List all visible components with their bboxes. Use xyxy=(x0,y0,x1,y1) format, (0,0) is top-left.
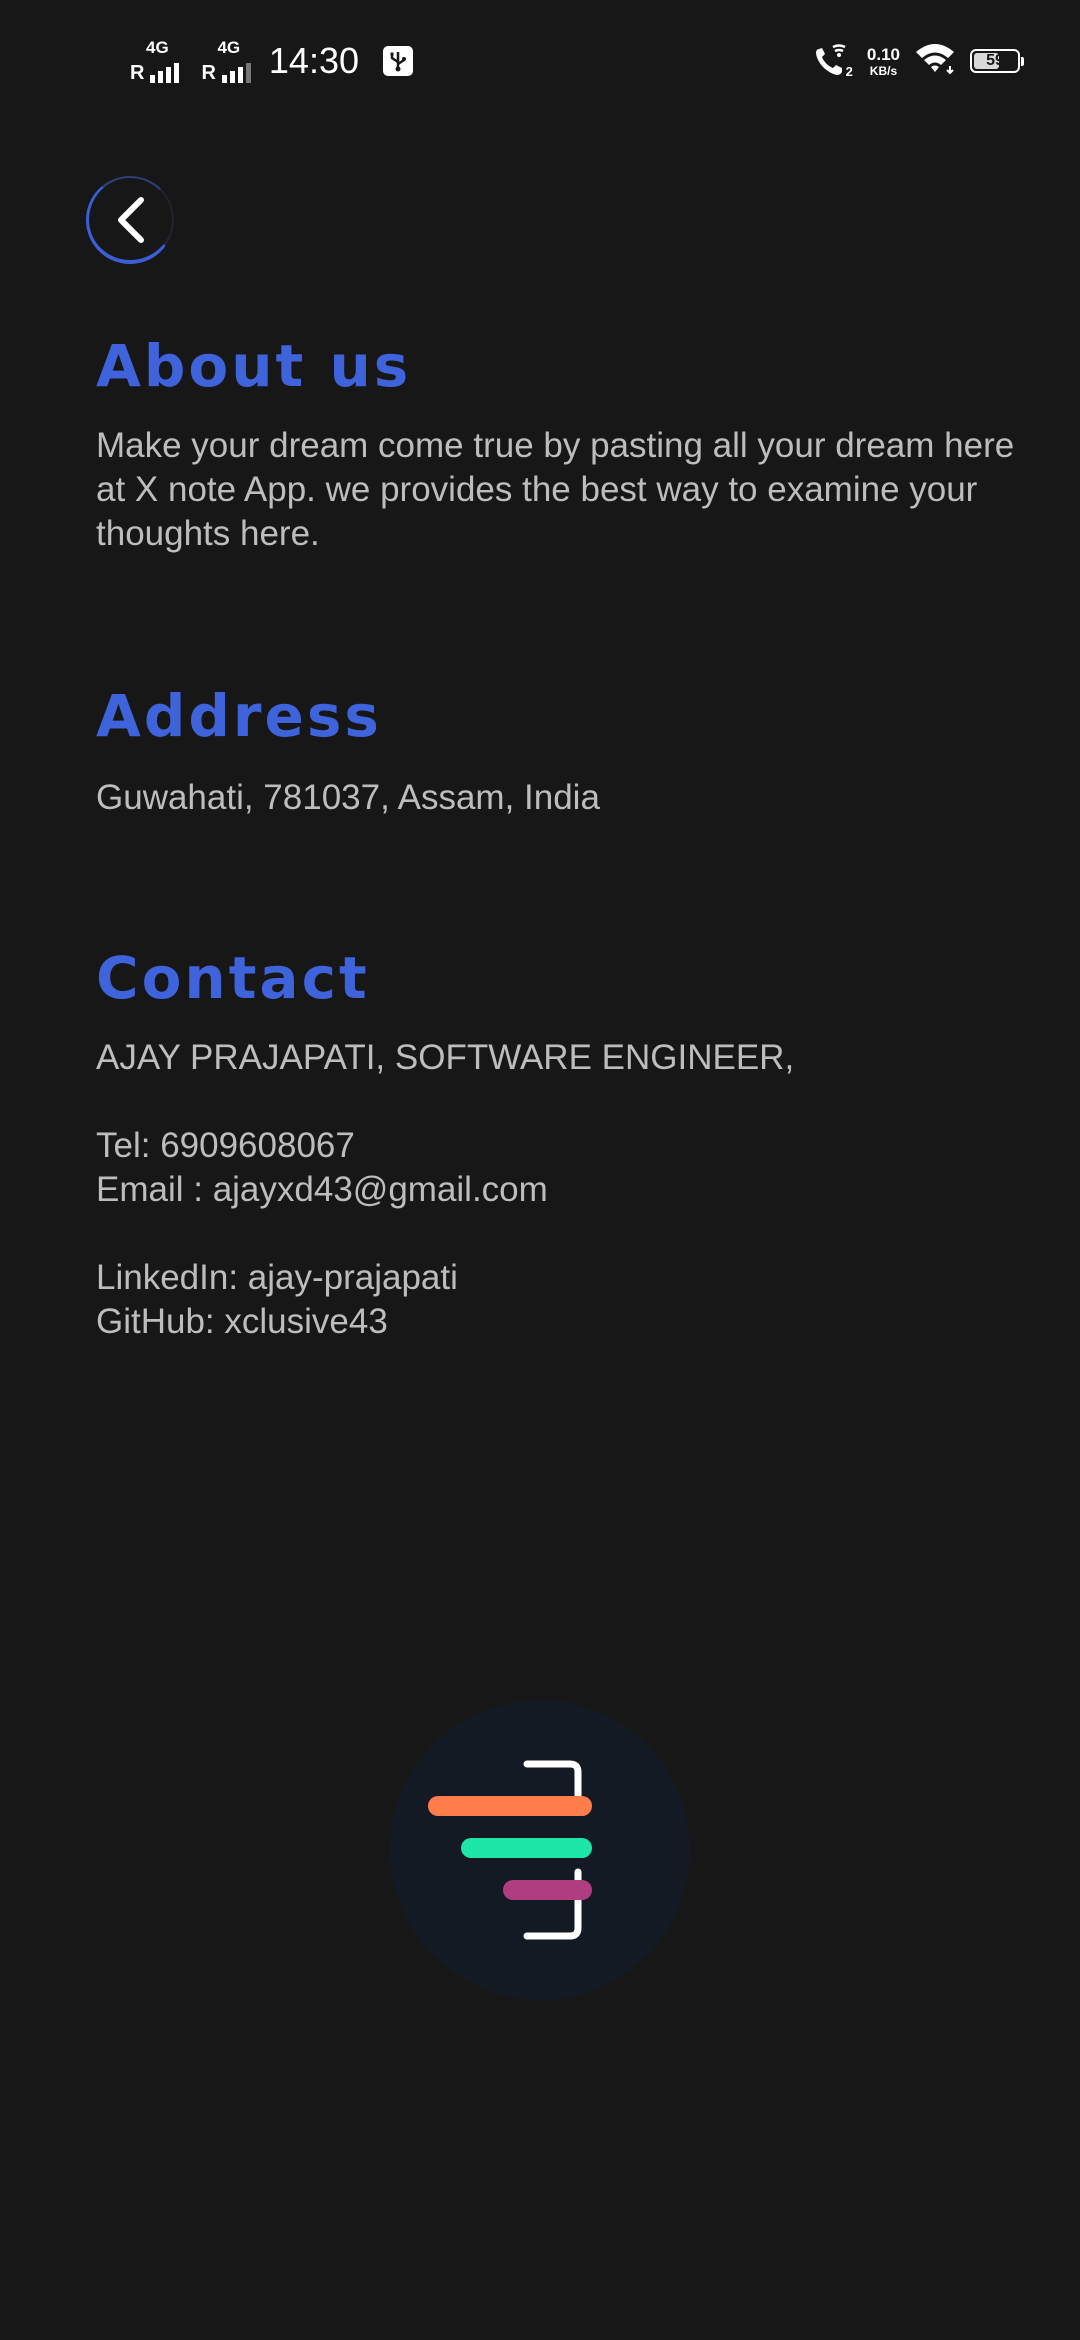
notes-logo-icon xyxy=(428,1760,592,1940)
chevron-left-icon xyxy=(118,197,144,243)
back-button[interactable] xyxy=(86,176,174,264)
contact-email: Email : ajayxd43@gmail.com xyxy=(96,1170,548,1209)
contact-title: Contact xyxy=(96,944,370,1012)
signal-bars-icon xyxy=(221,61,251,83)
contact-phone: Tel: 6909608067 xyxy=(96,1126,355,1165)
about-section: About us Make your dream come true by pa… xyxy=(96,326,1016,556)
status-bar-left: R 4G R 4G 14:30 xyxy=(130,36,413,86)
app-logo xyxy=(390,1700,690,2000)
contact-section: Contact AJAY PRAJAPATI, SOFTWARE ENGINEE… xyxy=(96,938,1016,1344)
network-speed-value: 0.10 xyxy=(866,44,900,64)
status-time: 14:30 xyxy=(268,40,359,81)
address-title: Address xyxy=(96,682,382,750)
battery-level-text: 59 xyxy=(986,52,1004,69)
sim2-roaming-label: R xyxy=(201,62,216,84)
usb-debug-icon xyxy=(383,46,413,76)
vowifi-sim-label: 2 xyxy=(845,64,853,79)
about-title: About us xyxy=(96,332,412,400)
about-text: Make your dream come true by pasting all… xyxy=(96,426,1015,553)
contact-name: AJAY PRAJAPATI, SOFTWARE ENGINEER, xyxy=(96,1038,795,1077)
sim2-network-label: 4G xyxy=(217,38,241,57)
address-section: Address Guwahati, 781037, Assam, India xyxy=(96,676,1016,820)
signal-bars-icon xyxy=(150,61,180,83)
address-text: Guwahati, 781037, Assam, India xyxy=(96,778,600,817)
wifi-icon xyxy=(914,42,956,81)
sim1-roaming-label: R xyxy=(130,62,145,84)
contact-github: GitHub: xclusive43 xyxy=(96,1302,388,1341)
status-bar-right: 2 0.10 KB/s 59 xyxy=(813,40,1024,82)
contact-linkedin: LinkedIn: ajay-prajapati xyxy=(96,1258,458,1297)
sim2-signal: R 4G xyxy=(201,38,251,84)
network-speed-unit: KB/s xyxy=(869,63,898,78)
battery-icon: 59 xyxy=(970,49,1024,73)
status-bar: R 4G R 4G 14:30 2 0.10 KB/s 59 xyxy=(0,0,1080,120)
sim1-signal: R 4G xyxy=(130,38,180,84)
wifi-call-icon: 2 xyxy=(813,43,853,79)
network-speed: 0.10 KB/s xyxy=(867,46,900,77)
about-content: About us Make your dream come true by pa… xyxy=(96,326,1016,1341)
contact-details: AJAY PRAJAPATI, SOFTWARE ENGINEER, Tel: … xyxy=(96,1036,1016,1344)
sim1-network-label: 4G xyxy=(146,38,169,57)
